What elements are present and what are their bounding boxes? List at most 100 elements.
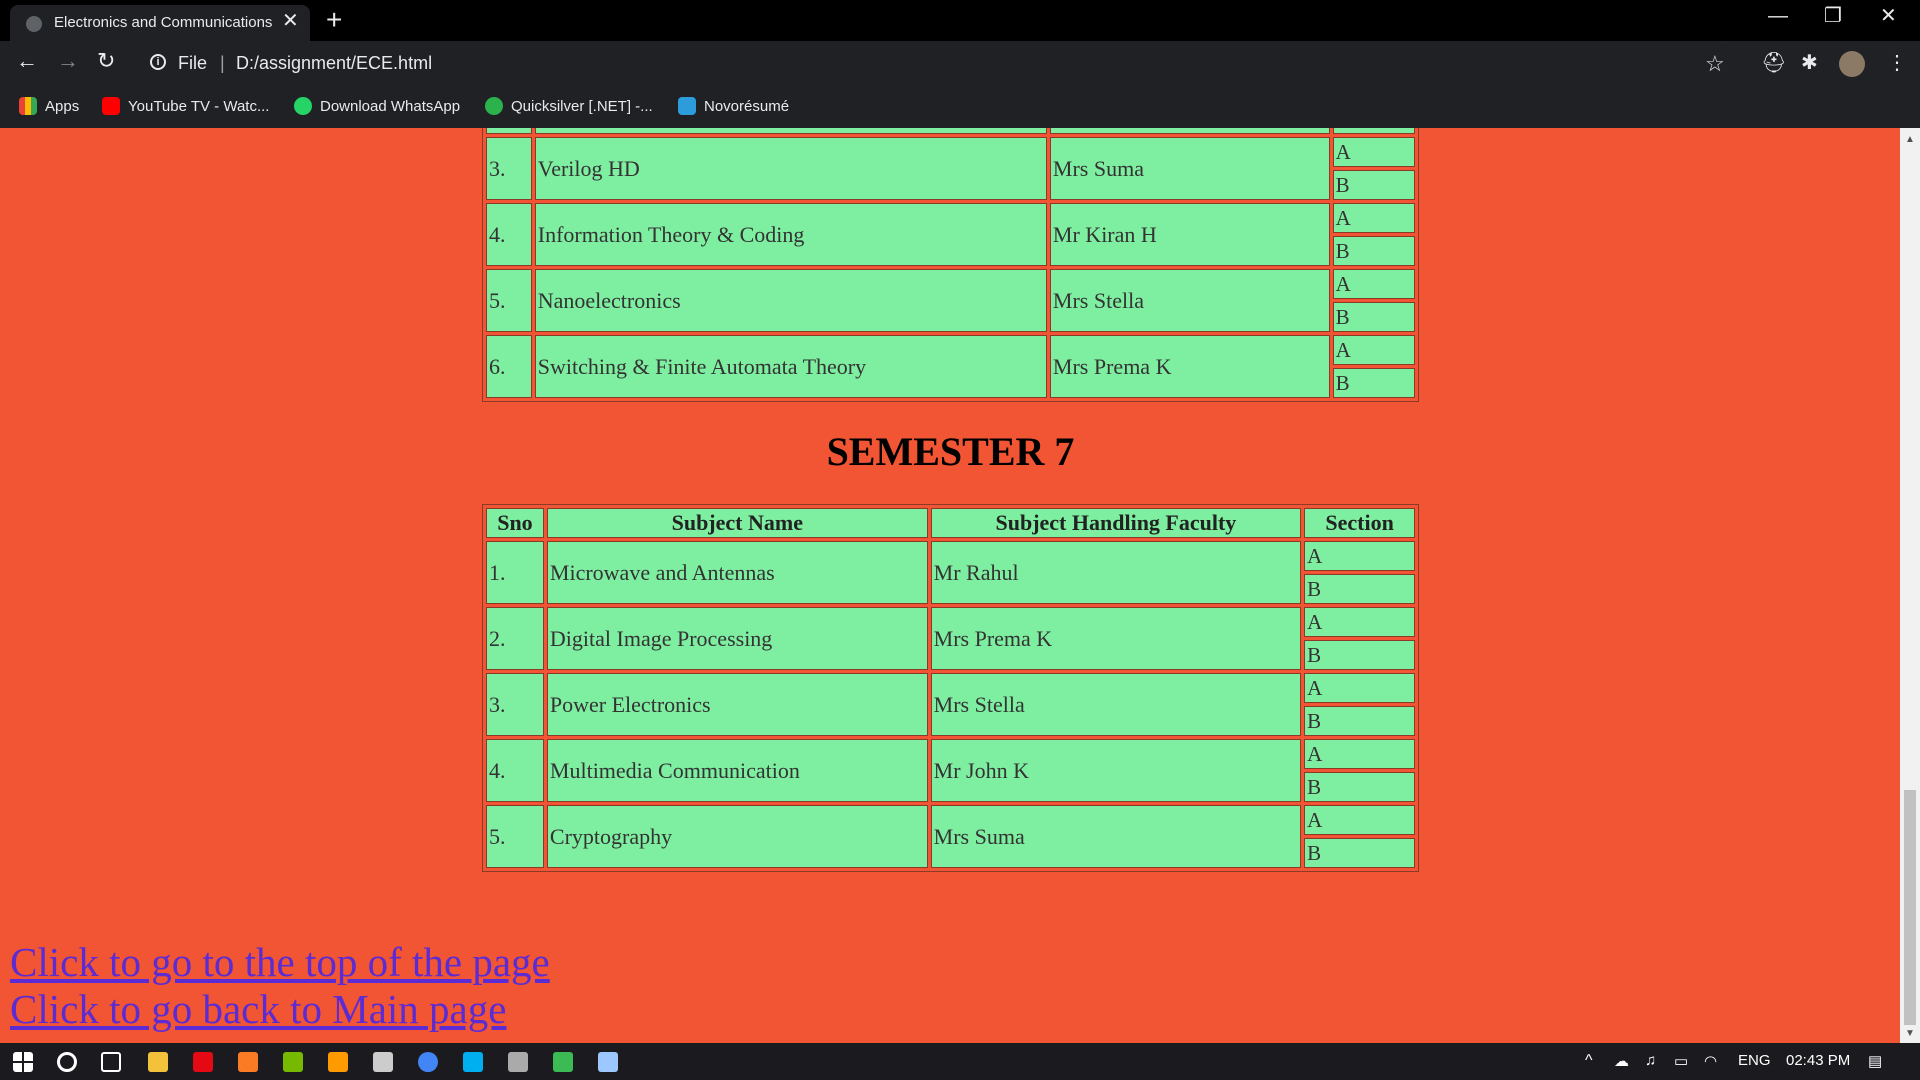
section-cell: A	[1332, 203, 1415, 233]
subject-cell: Power Electronics	[546, 673, 928, 736]
bookmark-whatsapp[interactable]: Download WhatsApp	[294, 97, 460, 115]
netflix-icon[interactable]	[193, 1052, 213, 1072]
main-page-link[interactable]: Click to go back to Main page	[10, 985, 506, 1033]
table-row: 6. Switching & Finite Automata Theory Mrs …	[486, 335, 1415, 398]
notifications-icon[interactable]: ▤	[1868, 1052, 1882, 1070]
semester-7-heading: SEMESTER 7	[826, 429, 1075, 474]
section-cell: A	[1332, 137, 1415, 167]
bookmark-star-icon[interactable]: ☆	[1705, 51, 1725, 77]
scrollbar-thumb[interactable]	[1904, 790, 1916, 1025]
faculty-cell: Mrs Prema K	[930, 607, 1302, 670]
illustrator-icon[interactable]	[328, 1052, 348, 1072]
table-row: 3. Power Electronics Mrs Stella A	[486, 673, 1415, 736]
windows-start-icon[interactable]	[13, 1052, 33, 1072]
profile-avatar[interactable]	[1839, 51, 1865, 77]
table-header-row: Sno Subject Name Subject Handling Facult…	[486, 508, 1415, 538]
bookmark-apps[interactable]: Apps	[19, 97, 79, 115]
green-app-icon[interactable]	[553, 1052, 573, 1072]
extensions-puzzle-icon[interactable]: ✱	[1801, 52, 1818, 74]
browser-tab[interactable]: Electronics and Communications ✕	[10, 5, 310, 41]
tab-close-icon[interactable]: ✕	[282, 11, 299, 31]
restore-button[interactable]: ❐	[1824, 6, 1842, 26]
faculty-cell: Mr John K	[930, 739, 1302, 802]
faculty-cell: Mr Rahul	[930, 541, 1302, 604]
skype-icon[interactable]	[463, 1052, 483, 1072]
section-cell: B	[1332, 302, 1415, 332]
minimize-button[interactable]: —	[1768, 6, 1788, 26]
chrome-icon[interactable]	[418, 1052, 438, 1072]
semester-7-table: Sno Subject Name Subject Handling Facult…	[482, 504, 1419, 872]
windows-taskbar: ^ ☁ ♫ ▭ ◠ ENG 02:43 PM ▤	[0, 1043, 1920, 1080]
table-row: 5. Nanoelectronics Mrs Stella A	[486, 269, 1415, 332]
section-cell: B	[1332, 170, 1415, 200]
table-cell	[534, 128, 1047, 134]
faculty-cell: Mrs Suma	[1049, 137, 1330, 200]
section-cell: A	[1332, 269, 1415, 299]
search-circle-icon[interactable]	[57, 1052, 77, 1072]
section-cell: B	[1304, 706, 1415, 736]
table-row: 4. Multimedia Communication Mr John KA	[486, 739, 1415, 802]
bookmark-novoresume[interactable]: Novorésumé	[678, 97, 789, 115]
video-editor-icon[interactable]	[508, 1052, 528, 1072]
section-cell: B	[1304, 640, 1415, 670]
section-cell: B	[1304, 772, 1415, 802]
sno-cell: 4.	[486, 203, 532, 266]
language-indicator[interactable]: ENG	[1738, 1052, 1771, 1069]
nvidia-icon[interactable]	[283, 1052, 303, 1072]
address-scheme: File	[178, 53, 208, 73]
terminal-icon[interactable]	[373, 1052, 393, 1072]
xampp-icon[interactable]	[238, 1052, 258, 1072]
section-cell: B	[1304, 574, 1415, 604]
address-bar[interactable]: i File | D:/assignment/ECE.html ☆	[140, 46, 1740, 82]
address-separator: |	[220, 53, 225, 73]
volume-icon[interactable]: ♫	[1645, 1052, 1656, 1069]
header-sno: Sno	[486, 508, 544, 538]
browser-toolbar: ← → ↻ i File | D:/assignment/ECE.html ☆ …	[0, 41, 1920, 87]
subject-cell: Information Theory & Coding	[534, 203, 1047, 266]
sno-cell: 4.	[486, 739, 544, 802]
sno-cell: 3.	[486, 137, 532, 200]
reload-button[interactable]: ↻	[97, 49, 115, 73]
quicksilver-icon	[485, 97, 503, 115]
notepad-icon[interactable]	[598, 1052, 618, 1072]
close-window-button[interactable]: ✕	[1880, 6, 1897, 26]
address-url[interactable]: D:/assignment/ECE.html	[236, 53, 432, 74]
vertical-scrollbar[interactable]: ▲ ▼	[1900, 128, 1920, 1043]
section-cell: A	[1304, 805, 1415, 835]
clock[interactable]: 02:43 PM	[1786, 1052, 1850, 1069]
forward-button[interactable]: →	[57, 49, 79, 73]
task-view-icon[interactable]	[101, 1052, 121, 1072]
subject-cell: Switching & Finite Automata Theory	[534, 335, 1047, 398]
site-info-icon[interactable]: i	[150, 54, 166, 70]
page-favicon-icon	[26, 16, 42, 32]
header-faculty: Subject Handling Faculty	[930, 508, 1302, 538]
table-cell	[1049, 128, 1330, 134]
new-tab-button[interactable]: +	[326, 6, 342, 34]
section-cell: A	[1304, 673, 1415, 703]
sno-cell: 6.	[486, 335, 532, 398]
youtube-icon	[102, 97, 120, 115]
bookmark-youtube-tv[interactable]: YouTube TV - Watc...	[102, 97, 269, 115]
faculty-cell: Mrs Prema K	[1049, 335, 1330, 398]
section-cell: B	[1332, 368, 1415, 398]
apps-grid-icon	[19, 97, 37, 115]
subject-cell: Digital Image Processing	[546, 607, 928, 670]
sno-cell: 5.	[486, 805, 544, 868]
section-cell: A	[1304, 541, 1415, 571]
scroll-up-arrow-icon[interactable]: ▲	[1905, 134, 1915, 145]
back-button[interactable]: ←	[16, 49, 38, 73]
file-explorer-icon[interactable]	[148, 1052, 168, 1072]
extension-icon[interactable]: ⛑	[1761, 52, 1786, 74]
battery-icon[interactable]: ▭	[1674, 1052, 1688, 1070]
bookmark-quicksilver[interactable]: Quicksilver [.NET] -...	[485, 97, 653, 115]
table-cell	[486, 128, 532, 134]
onedrive-icon[interactable]: ☁	[1614, 1052, 1629, 1070]
scroll-down-arrow-icon[interactable]: ▼	[1905, 1028, 1915, 1039]
top-of-page-link[interactable]: Click to go to the top of the page	[10, 938, 550, 986]
subject-cell: Nanoelectronics	[534, 269, 1047, 332]
wifi-icon[interactable]: ◠	[1704, 1052, 1717, 1070]
browser-menu-icon[interactable]: ⋮	[1887, 52, 1907, 74]
section-cell: A	[1304, 607, 1415, 637]
tray-overflow-chevron-icon[interactable]: ^	[1585, 1052, 1593, 1070]
faculty-cell: Mrs Stella	[1049, 269, 1330, 332]
